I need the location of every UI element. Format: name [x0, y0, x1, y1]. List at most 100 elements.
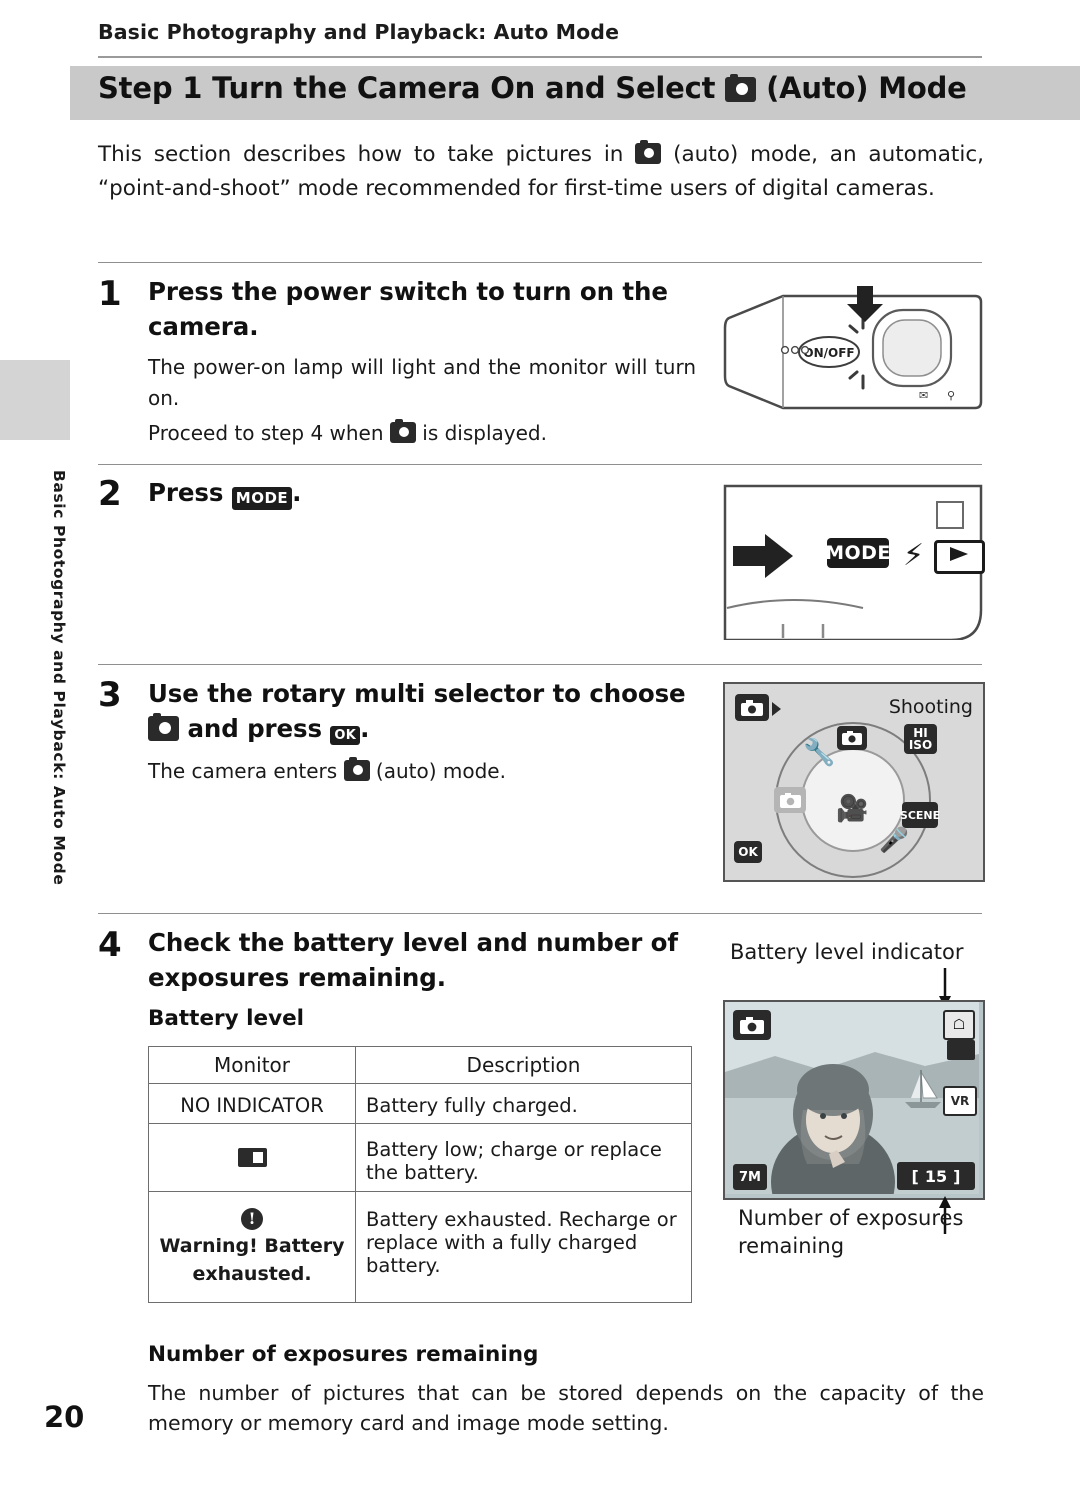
auto-mode-camera-icon	[389, 419, 416, 443]
scene-auto-icon	[774, 787, 806, 813]
camera-glyph	[842, 731, 862, 745]
bracket-left: [	[911, 1166, 919, 1186]
voice-recording-icon: 🎤	[879, 826, 909, 854]
bracket-right: ]	[953, 1166, 961, 1186]
step-1-body-2-prefix: Proceed to step 4 when	[148, 421, 384, 445]
chevron-right-icon	[772, 702, 781, 716]
battery-level-table: Monitor Description NO INDICATOR Battery…	[148, 1046, 692, 1303]
ok-button-icon: OK	[330, 726, 361, 745]
auto-mode-camera-icon	[148, 713, 179, 741]
battery-level-indicator-icon	[947, 1040, 975, 1060]
page-number: 20	[44, 1400, 85, 1434]
table-row: NO INDICATOR Battery fully charged.	[148, 1083, 692, 1124]
step-1-body-2: Proceed to step 4 when is displayed.	[148, 418, 696, 449]
mode-button-icon: MODE	[231, 487, 293, 510]
svg-text:✉: ✉	[919, 389, 928, 402]
step-3-title-line1: Use the rotary multi selector to choose	[148, 679, 686, 708]
column-header-description: Description	[355, 1046, 692, 1084]
divider	[98, 464, 982, 465]
setup-wrench-icon: 🔧	[803, 738, 836, 768]
figure-camera-power-switch: ON/OFF ✉ ⚲	[723, 282, 983, 424]
figure-camera-monitor: ☖ VR 7M [ 15 ]	[723, 1000, 985, 1200]
table-row: ! Warning! Battery exhausted. Battery ex…	[148, 1191, 692, 1303]
step-3-title-period: .	[360, 714, 370, 743]
exposures-remaining-indicator: [ 15 ]	[897, 1162, 975, 1190]
auto-mode-camera-icon	[733, 1010, 771, 1040]
svg-text:⚲: ⚲	[947, 389, 955, 402]
high-iso-icon: HI ISO	[904, 724, 937, 754]
camera-glyph	[741, 699, 763, 716]
battery-low-icon	[237, 1148, 267, 1167]
auto-mode-camera-icon	[735, 694, 769, 721]
running-head: Basic Photography and Playback: Auto Mod…	[98, 20, 620, 44]
step-3-body-suffix: (auto) mode.	[375, 759, 506, 783]
step-2-title-suffix: .	[292, 478, 302, 507]
cell-description-low: Battery low; charge or replace the batte…	[355, 1123, 692, 1192]
manual-page: Basic Photography and Playback: Auto Mod…	[0, 0, 1080, 1486]
label-exposures-remaining: Number of exposures remaining	[738, 1204, 998, 1260]
divider	[98, 913, 982, 914]
label-exposures-line2: remaining	[738, 1234, 845, 1258]
step-2-title-prefix: Press	[148, 478, 224, 507]
cell-monitor-battery-low	[148, 1123, 356, 1192]
step-3-title: Use the rotary multi selector to choose …	[148, 676, 708, 746]
step-3-body-prefix: The camera enters	[148, 759, 338, 783]
step-1-number: 1	[98, 274, 122, 314]
intro-part1: This section describes how to take pictu…	[98, 142, 624, 167]
auto-mode-icon	[837, 726, 867, 750]
screen-title: Shooting	[888, 696, 973, 718]
vibration-reduction-icon: VR	[943, 1086, 977, 1116]
page-title-suffix: (Auto) Mode	[766, 71, 967, 105]
closing-paragraph: The number of pictures that can be store…	[148, 1381, 984, 1435]
intro-paragraph: This section describes how to take pictu…	[98, 138, 984, 206]
label-exposures-line1: Number of exposures	[738, 1206, 964, 1230]
step-4-title: Check the battery level and number of ex…	[148, 928, 678, 992]
exposure-count: 15	[924, 1166, 948, 1186]
cell-monitor-no-indicator: NO INDICATOR	[148, 1083, 356, 1124]
cell-monitor-warning-text: Warning! Battery exhausted.	[159, 1235, 345, 1285]
subhead-exposures-remaining: Number of exposures remaining	[148, 1342, 539, 1367]
cell-monitor-warning: ! Warning! Battery exhausted.	[148, 1191, 356, 1303]
label-battery-level-indicator: Battery level indicator	[730, 940, 964, 964]
step-3-number: 3	[98, 675, 122, 715]
step-1-body-2-suffix: is displayed.	[422, 421, 547, 445]
step-2-number: 2	[98, 474, 122, 514]
camera-top-illustration: ON/OFF ✉ ⚲	[723, 286, 983, 410]
subhead-battery-level: Battery level	[148, 1006, 305, 1031]
mode-button-figure-icon: MODE	[825, 538, 890, 568]
svg-text:ON/OFF: ON/OFF	[803, 346, 854, 360]
page-title: Step 1 Turn the Camera On and Select (Au…	[98, 71, 967, 105]
step-3-title-line2: and press	[187, 714, 322, 743]
table-header-row: Monitor Description	[148, 1046, 692, 1084]
step-1-body-1: The power-on lamp will light and the mon…	[148, 355, 696, 410]
page-title-prefix: Step 1 Turn the Camera On and Select	[98, 71, 716, 105]
flash-icon: ⚡	[903, 538, 925, 573]
image-mode-icon: 7M	[733, 1164, 767, 1190]
scene-mode-icon: SCENE	[900, 802, 940, 828]
memory-card-icon: ☖	[943, 1010, 975, 1040]
step-2-title: Press MODE.	[148, 475, 708, 510]
step-1-title: Press the power switch to turn on the ca…	[148, 277, 668, 341]
playback-button-icon	[934, 540, 985, 574]
header-rule	[98, 56, 982, 58]
cell-description-exhausted: Battery exhausted. Recharge or replace w…	[355, 1191, 692, 1303]
warning-icon: !	[241, 1208, 263, 1230]
auto-mode-camera-icon	[635, 140, 662, 164]
cell-description-full: Battery fully charged.	[355, 1083, 692, 1124]
auto-mode-camera-icon	[343, 757, 370, 781]
ok-button-icon: OK	[734, 841, 762, 863]
divider	[98, 262, 982, 263]
camera-glyph	[740, 1016, 764, 1034]
movie-icon: 🎥	[836, 794, 869, 824]
camera-glyph	[779, 792, 801, 808]
table-row: Battery low; charge or replace the batte…	[148, 1123, 692, 1192]
side-tab-block	[0, 360, 70, 440]
figure-mode-menu-screen: Shooting 🔧 🎥 HI ISO SCENE 🎤 OK	[723, 682, 985, 882]
divider	[98, 664, 982, 665]
step-3-body: The camera enters (auto) mode.	[148, 756, 696, 787]
step-4-number: 4	[98, 925, 122, 965]
side-tab-label: Basic Photography and Playback: Auto Mod…	[50, 470, 68, 886]
iso-label: ISO	[908, 738, 933, 752]
column-header-monitor: Monitor	[148, 1046, 356, 1084]
playback-glyph	[950, 547, 968, 561]
